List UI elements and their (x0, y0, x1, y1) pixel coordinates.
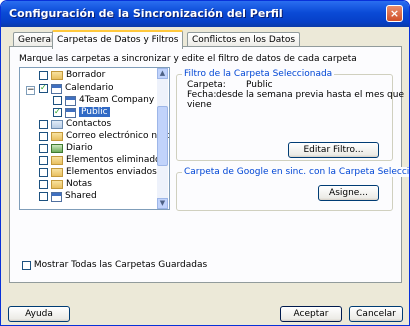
folder-icon (51, 156, 63, 165)
tree-item-label: Diario (66, 143, 93, 153)
tree-item-label: Elementos eliminados (66, 155, 166, 165)
window-title: Configuración de la Sincronización del P… (9, 7, 283, 20)
checkbox[interactable] (39, 180, 48, 189)
show-all-option[interactable]: Mostrar Todas las Carpetas Guardadas (22, 260, 207, 271)
checkbox[interactable] (53, 96, 62, 105)
edit-filter-button[interactable]: Editar Filtro... (288, 142, 379, 158)
cancel-button[interactable]: Cancelar (349, 306, 403, 322)
checkbox[interactable] (39, 144, 48, 153)
filter-group-title: Filtro de la Carpeta Seleccionada (182, 69, 335, 79)
tree-item-label: Correo electrónico no des (66, 131, 170, 141)
accept-button[interactable]: Aceptar (280, 306, 342, 322)
folder-icon (51, 132, 63, 141)
tree-item-calendario[interactable]: Calendario (39, 82, 114, 94)
journal-icon (51, 144, 63, 153)
scroll-up-icon[interactable]: ▲ (157, 68, 168, 79)
checkbox[interactable] (39, 168, 48, 177)
checkbox[interactable] (39, 132, 48, 141)
tree-item-shared[interactable]: Shared (39, 191, 97, 202)
tree-item-4team-company[interactable]: 4Team Company (53, 95, 154, 106)
tree-item-label: Elementos enviados (66, 167, 157, 177)
folder-icon (51, 168, 63, 177)
help-button[interactable]: Ayuda (8, 306, 70, 322)
tree-item-elementos-eliminados[interactable]: Elementos eliminados (39, 155, 165, 166)
tree-item-notas[interactable]: Notas (39, 179, 92, 190)
tree-item-correo-no-deseado[interactable]: Correo electrónico no des (39, 131, 170, 142)
tab-carpetas-datos-filtros[interactable]: Carpetas de Datos y Filtros (52, 30, 184, 49)
scroll-thumb[interactable] (157, 106, 168, 166)
calendar-icon (65, 95, 76, 106)
tree-item-borrador[interactable]: Borrador (39, 70, 105, 81)
title-bar[interactable]: Configuración de la Sincronización del P… (1, 1, 409, 27)
checkbox[interactable] (39, 192, 48, 201)
show-all-label: Mostrar Todas las Carpetas Guardadas (33, 260, 208, 270)
tree-item-public[interactable]: Public (53, 106, 110, 118)
carpeta-value: Public (246, 80, 273, 90)
tree-scrollbar[interactable]: ▲ ▼ (157, 68, 168, 209)
fecha-label: Fecha: (187, 90, 217, 100)
tree-item-contactos[interactable]: Contactos (39, 119, 111, 130)
tree-item-elementos-enviados[interactable]: Elementos enviados (39, 167, 157, 178)
fecha-value-line1: desde la semana previa hasta el mes que (216, 90, 404, 100)
checkbox[interactable] (39, 71, 48, 80)
tab-conflictos[interactable]: Conflictos en los Datos (187, 32, 301, 47)
checkbox[interactable] (39, 156, 48, 165)
checkbox-checked[interactable] (53, 106, 62, 117)
tree-item-label: Contactos (66, 119, 112, 129)
scroll-down-icon[interactable]: ▼ (157, 198, 168, 209)
calendar-icon (51, 83, 62, 94)
folder-icon (51, 180, 63, 189)
calendar-icon (65, 107, 76, 118)
tree-item-label: Calendario (65, 83, 114, 93)
tree-item-label-selected: Public (79, 107, 110, 117)
google-group-title: Carpeta de Google en sinc. con la Carpet… (182, 167, 409, 177)
tree-item-label: Shared (65, 191, 97, 201)
checkbox-checked[interactable] (39, 82, 48, 93)
calendar-icon (51, 191, 62, 202)
show-all-checkbox[interactable] (22, 260, 31, 270)
tree-item-label: Notas (66, 179, 92, 189)
collapse-icon[interactable]: − (26, 86, 35, 95)
carpeta-label: Carpeta: (187, 80, 226, 90)
tree-item-label: 4Team Company (79, 95, 155, 105)
folder-icon (51, 71, 63, 80)
instruction-text: Marque las carpetas a sincronizar y edit… (19, 54, 357, 64)
dialog-window: Configuración de la Sincronización del P… (0, 0, 410, 326)
tree-item-label: Borrador (66, 70, 106, 80)
folder-tree[interactable]: − Borrador Calendario 4Team Company Publ… (19, 67, 170, 210)
assign-button[interactable]: Asigne... (318, 185, 379, 201)
checkbox[interactable] (39, 120, 48, 129)
tree-item-diario[interactable]: Diario (39, 143, 93, 154)
close-button[interactable]: × (386, 5, 403, 22)
fecha-value-line2: viene (187, 100, 212, 110)
contacts-icon (51, 120, 63, 129)
